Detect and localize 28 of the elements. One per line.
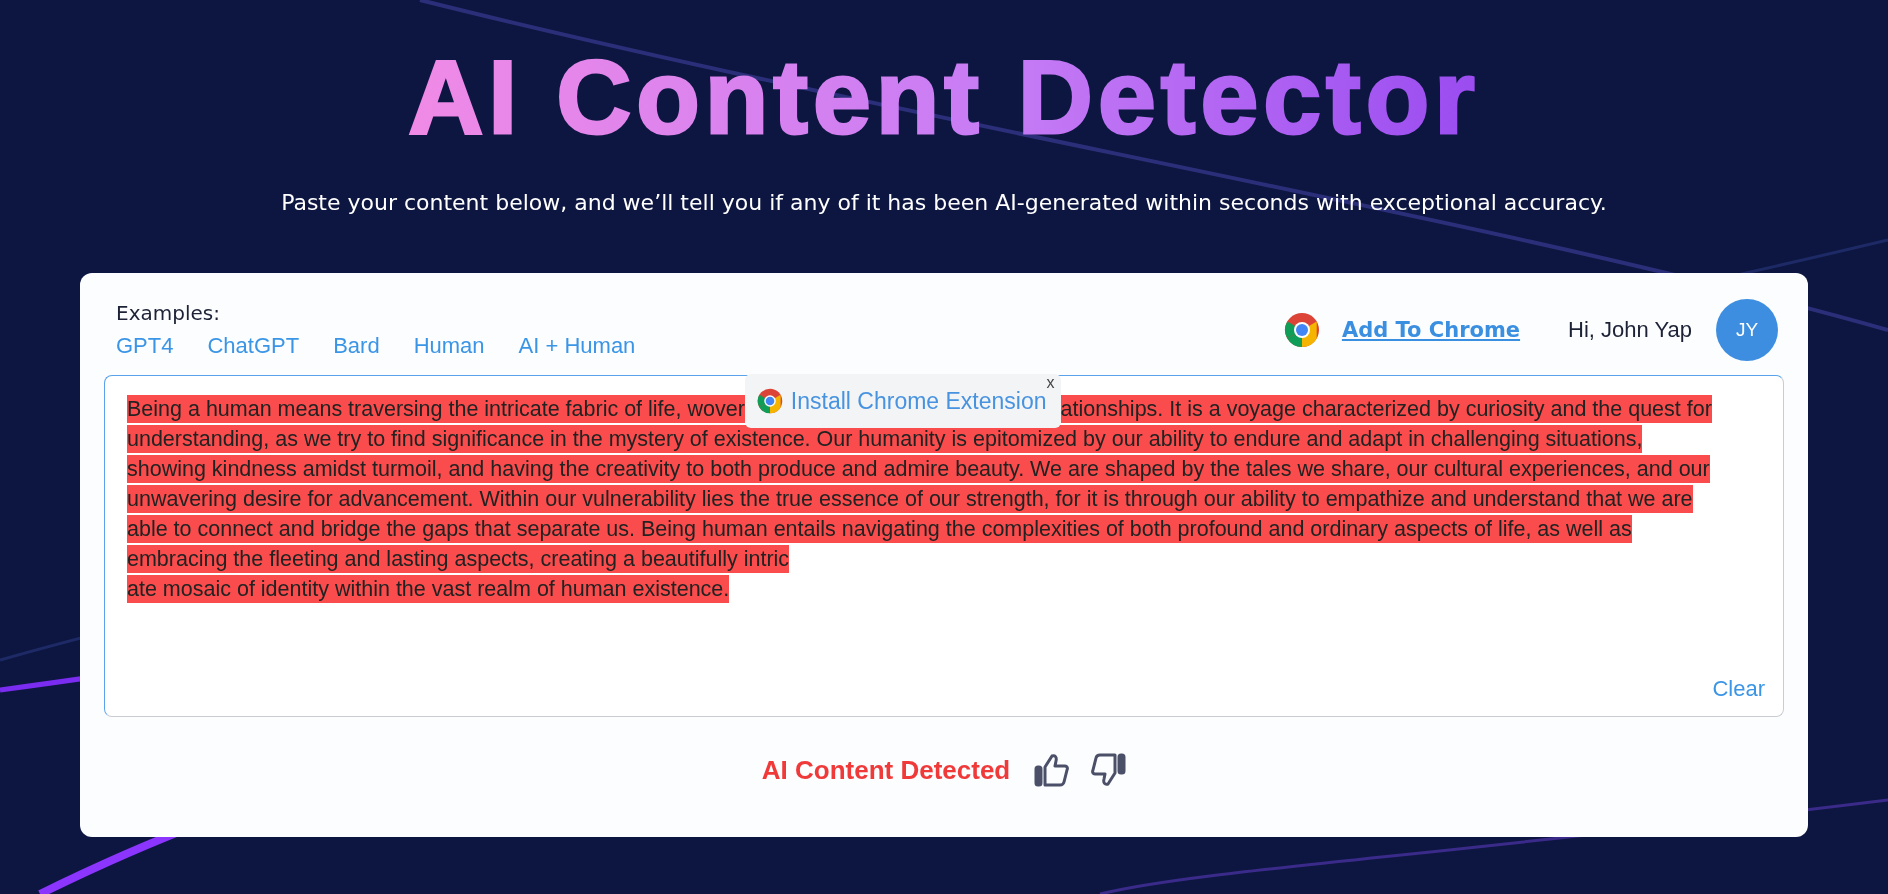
example-link[interactable]: AI + Human: [518, 333, 636, 360]
highlighted-text: embracing the fleeting and lasting aspects, creating a beautifully intric: [127, 545, 790, 574]
examples-label: Examples:: [116, 301, 221, 326]
example-link[interactable]: Bard: [333, 333, 380, 360]
page-subtitle: Paste your content below, and we’ll tell you if any of it has been AI-generated within seconds with exceptional accuracy.: [281, 190, 1607, 216]
thumbs-up-icon[interactable]: [1034, 753, 1071, 788]
highlighted-text: ate mosaic of identity within the vast realm of human existence.: [127, 575, 730, 604]
install-extension-label: Install Chrome Extension: [790, 387, 1047, 415]
chrome-logo-icon: [1283, 312, 1320, 349]
example-link[interactable]: GPT4: [116, 333, 174, 360]
example-link[interactable]: ChatGPT: [207, 333, 300, 360]
add-to-chrome-link[interactable]: Add To Chrome: [1341, 318, 1521, 343]
close-button[interactable]: x: [1046, 374, 1055, 393]
user-avatar[interactable]: JY: [1716, 299, 1778, 362]
highlighted-text: understanding, as we try to find significance in the mystery of existence. Our humanity is epitomized by our ability to endure and adapt in challenging situations,: [127, 425, 1643, 454]
highlighted-text: ationships. It is a voyage characterized by curiosity and the quest for: [1060, 395, 1712, 424]
highlighted-text: Being a human means traversing the intricate fabric of life, wover: [127, 395, 745, 424]
highlighted-text: showing kindness amidst turmoil, and having the creativity to both produce and admire beauty. We are shaped by the tales we share, our cultural experiences, and our: [127, 455, 1710, 484]
highlighted-text: unwavering desire for advancement. Within our vulnerability lies the true essence of our strength, for it is through our ability to empathize and understand that we are: [127, 485, 1693, 514]
install-extension-popup[interactable]: Install Chrome Extension x: [744, 374, 1061, 429]
thumbs-down-icon[interactable]: [1090, 753, 1127, 788]
clear-button[interactable]: Clear: [1712, 676, 1765, 703]
highlighted-text: able to connect and bridge the gaps that separate us. Being human entails navigating the complexities of both profound and ordinary aspects of life, as well as: [127, 515, 1632, 544]
user-greeting: Hi, John Yap: [1568, 317, 1692, 344]
example-link[interactable]: Human: [413, 333, 485, 360]
text-input-area[interactable]: [104, 375, 1784, 718]
result-label: AI Content Detected: [761, 754, 1011, 786]
chrome-logo-icon: [756, 388, 783, 415]
